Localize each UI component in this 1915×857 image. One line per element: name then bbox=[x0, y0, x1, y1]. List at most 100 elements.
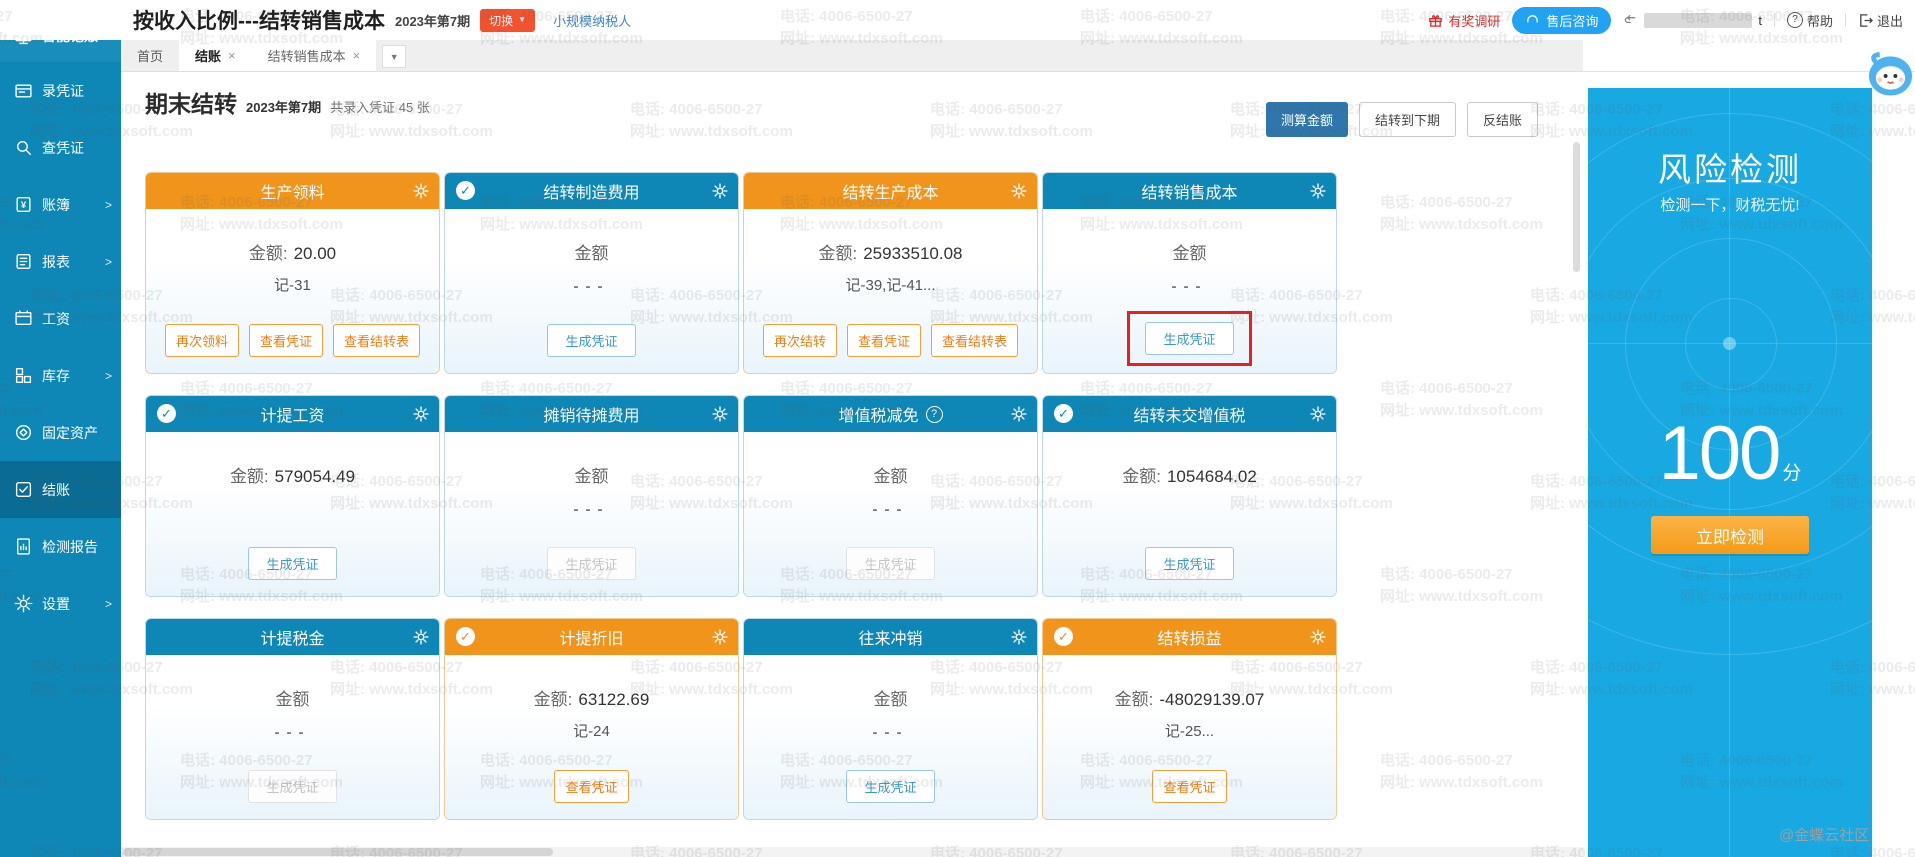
amount-label: 金额: bbox=[818, 244, 857, 263]
tab-label: 首页 bbox=[137, 46, 163, 65]
score-value: 100 bbox=[1659, 411, 1780, 496]
carry-to-next-period-button[interactable]: 结转到下期 bbox=[1359, 102, 1456, 137]
generate-voucher-button[interactable]: 生成凭证 bbox=[846, 770, 934, 803]
headset-icon bbox=[1525, 13, 1540, 28]
reverse-closing-button[interactable]: 反结账 bbox=[1467, 102, 1538, 137]
sidebar-item-voucher-entry[interactable]: 录凭证 bbox=[0, 62, 121, 119]
svg-text:¥: ¥ bbox=[21, 200, 27, 211]
generate-voucher-button[interactable]: 生成凭证 bbox=[1145, 322, 1233, 355]
vertical-scrollbar-thumb[interactable] bbox=[1573, 142, 1580, 272]
amount-value: 1054684.02 bbox=[1167, 467, 1257, 486]
tab-carry-sales-cost[interactable]: 结转销售成本 × bbox=[252, 40, 377, 71]
card-title: 生产领料 bbox=[260, 179, 324, 203]
generate-voucher-button-disabled: 生成凭证 bbox=[846, 547, 934, 580]
closing-icon bbox=[14, 480, 33, 499]
gear-icon[interactable] bbox=[712, 183, 728, 199]
check-now-button[interactable]: 立即检测 bbox=[1651, 516, 1809, 554]
help-icon: ? bbox=[1787, 12, 1803, 28]
generate-voucher-button[interactable]: 生成凭证 bbox=[547, 324, 635, 357]
card-current-account-writeoff: 往来冲销 金额 --- 生成凭证 bbox=[743, 618, 1038, 820]
generate-voucher-button[interactable]: 生成凭证 bbox=[248, 547, 336, 580]
mascot-icon[interactable] bbox=[1866, 48, 1915, 100]
logout-button[interactable]: 退出 bbox=[1858, 11, 1903, 30]
card-title: 计提税金 bbox=[260, 625, 324, 649]
gear-icon[interactable] bbox=[413, 183, 429, 199]
sidebar-item-payroll[interactable]: 工资 bbox=[0, 290, 121, 347]
risk-title: 风险检测 bbox=[1588, 143, 1872, 191]
recarry-button[interactable]: 再次结转 bbox=[763, 324, 837, 357]
amount-value: 25933510.08 bbox=[863, 244, 962, 263]
tab-closing[interactable]: 结账 × bbox=[179, 40, 252, 71]
chevron-down-icon: ▼ bbox=[518, 16, 526, 24]
empty-amount: --- bbox=[1172, 278, 1208, 295]
view-carryover-table-button[interactable]: 查看结转表 bbox=[333, 324, 420, 357]
sidebar-item-voucher-search[interactable]: 查凭证 bbox=[0, 119, 121, 176]
section-period: 2023年第7期 bbox=[246, 97, 321, 116]
close-icon[interactable]: × bbox=[228, 48, 236, 63]
gear-icon[interactable] bbox=[1011, 406, 1027, 422]
sidebar-item-closing[interactable]: 结账 bbox=[0, 461, 121, 518]
tab-list-dropdown[interactable]: ▼ bbox=[382, 45, 406, 68]
voucher-ref: 记-24 bbox=[573, 720, 610, 741]
sidebar-item-label: 库存 bbox=[42, 366, 70, 386]
view-voucher-button[interactable]: 查看凭证 bbox=[847, 324, 921, 357]
sidebar-item-inventory[interactable]: 库存 > bbox=[0, 347, 121, 404]
section-title: 期末结转 bbox=[145, 85, 237, 119]
gear-icon[interactable] bbox=[1310, 629, 1326, 645]
voucher-ref: 记-25... bbox=[1165, 720, 1214, 741]
gear-icon[interactable] bbox=[1011, 183, 1027, 199]
horizontal-scrollbar-thumb[interactable] bbox=[123, 848, 553, 856]
sidebar-item-label: 查凭证 bbox=[42, 138, 84, 158]
sidebar-item-label: 固定资产 bbox=[42, 423, 98, 443]
account-area[interactable]: t bbox=[1623, 13, 1762, 28]
amount-label: 金额 bbox=[874, 467, 908, 486]
sidebar-item-reports[interactable]: 报表 > bbox=[0, 233, 121, 290]
check-icon: ✓ bbox=[1054, 404, 1073, 423]
gear-icon[interactable] bbox=[712, 406, 728, 422]
gear-icon[interactable] bbox=[413, 629, 429, 645]
gear-icon[interactable] bbox=[1310, 183, 1326, 199]
after-sales-support-button[interactable]: 售后咨询 bbox=[1512, 7, 1611, 34]
check-icon: ✓ bbox=[1054, 627, 1073, 646]
repick-button[interactable]: 再次领料 bbox=[165, 324, 239, 357]
taxpayer-type-link[interactable]: 小规模纳税人 bbox=[553, 11, 631, 30]
card-header: 增值税减免 ? bbox=[744, 396, 1037, 432]
gear-icon[interactable] bbox=[1011, 629, 1027, 645]
card-title: 计提折旧 bbox=[559, 625, 623, 649]
help-icon[interactable]: ? bbox=[926, 406, 943, 423]
switch-scheme-button[interactable]: 切换 ▼ bbox=[480, 9, 535, 32]
empty-amount: --- bbox=[275, 724, 311, 741]
view-voucher-button[interactable]: 查看凭证 bbox=[1152, 770, 1226, 803]
gear-icon[interactable] bbox=[712, 629, 728, 645]
sidebar-item-fixed-assets[interactable]: 固定资产 bbox=[0, 404, 121, 461]
sidebar-item-label: 账簿 bbox=[42, 195, 70, 215]
card-amortize-prepaid-expense: 摊销待摊费用 金额 --- 生成凭证 bbox=[444, 395, 739, 597]
amount-label: 金额: bbox=[230, 467, 269, 486]
horizontal-scrollbar[interactable] bbox=[121, 847, 1583, 857]
fixed-assets-icon bbox=[14, 423, 33, 442]
tab-home[interactable]: 首页 bbox=[121, 40, 179, 71]
amount-label: 金额: bbox=[534, 690, 573, 709]
logout-label: 退出 bbox=[1877, 11, 1903, 30]
survey-link[interactable]: 有奖调研 bbox=[1428, 11, 1500, 30]
card-accrue-tax: 计提税金 金额 --- 生成凭证 bbox=[145, 618, 440, 820]
close-icon[interactable]: × bbox=[353, 48, 361, 63]
view-voucher-button[interactable]: 查看凭证 bbox=[249, 324, 323, 357]
sidebar-item-check-report[interactable]: 检测报告 bbox=[0, 518, 121, 575]
sidebar-item-label: 检测报告 bbox=[42, 537, 98, 557]
gear-icon[interactable] bbox=[413, 406, 429, 422]
view-carryover-table-button[interactable]: 查看结转表 bbox=[931, 324, 1018, 357]
gear-icon[interactable] bbox=[1310, 406, 1326, 422]
view-voucher-button[interactable]: 查看凭证 bbox=[554, 770, 628, 803]
sidebar-item-ledger[interactable]: ¥ 账簿 > bbox=[0, 176, 121, 233]
generate-voucher-button-disabled: 生成凭证 bbox=[248, 770, 336, 803]
help-button[interactable]: ? 帮助 bbox=[1787, 11, 1833, 30]
empty-amount: --- bbox=[574, 501, 610, 518]
generate-voucher-button[interactable]: 生成凭证 bbox=[1145, 547, 1233, 580]
sidebar-item-label: 设置 bbox=[42, 594, 70, 614]
sidebar-item-settings[interactable]: 设置 > bbox=[0, 575, 121, 632]
card-title: 摊销待摊费用 bbox=[543, 402, 639, 426]
empty-amount: --- bbox=[873, 501, 909, 518]
measure-amount-button[interactable]: 测算金额 bbox=[1266, 102, 1348, 137]
card-carry-production-cost: 结转生产成本 金额:25933510.08 记-39,记-41... 再次结转 … bbox=[743, 172, 1038, 374]
